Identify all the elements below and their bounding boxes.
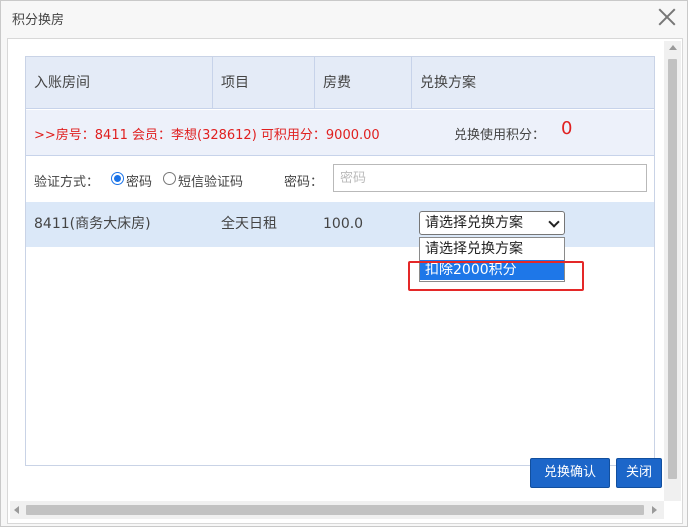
- points-used-label: 兑换使用积分：: [454, 128, 546, 143]
- radio-password-label[interactable]: 密码: [126, 171, 152, 190]
- plan-select[interactable]: 请选择兑换方案: [419, 211, 565, 235]
- radio-sms-label[interactable]: 短信验证码: [178, 171, 243, 190]
- col-header-fee: 房费: [315, 57, 412, 109]
- annotation-highlight-box: [408, 261, 584, 291]
- dialog-title: 积分换房: [12, 13, 65, 28]
- radio-sms[interactable]: [163, 172, 176, 185]
- verify-method-label: 验证方式：: [34, 175, 100, 190]
- member-info-row: >>房号：8411 会员：李想(328612) 可积用分：9000.00 兑换使…: [26, 110, 654, 156]
- horizontal-scroll-thumb[interactable]: [26, 505, 644, 515]
- scroll-right-arrow-icon[interactable]: [652, 506, 657, 514]
- plan-select-value: 请选择兑换方案: [425, 215, 523, 231]
- scroll-left-arrow-icon[interactable]: [14, 506, 19, 514]
- vertical-scroll-thumb[interactable]: [668, 59, 677, 479]
- plan-option-default[interactable]: 请选择兑换方案: [420, 239, 564, 259]
- col-header-plan: 兑换方案: [420, 75, 476, 91]
- row-item: 全天日租: [221, 216, 277, 232]
- vertical-scrollbar[interactable]: [664, 41, 681, 501]
- password-input[interactable]: [333, 164, 647, 192]
- chevron-down-icon: [548, 216, 560, 228]
- row-room: 8411(商务大床房): [34, 216, 151, 232]
- exchange-dialog: 积分换房 入账房间 项目 房费 兑换方案 >>房号：8411 会员：李想(328…: [0, 0, 688, 527]
- close-icon[interactable]: [657, 7, 677, 27]
- horizontal-scrollbar[interactable]: [10, 501, 664, 519]
- row-fee: 100.0: [323, 216, 364, 232]
- radio-password[interactable]: [111, 172, 124, 185]
- col-header-room: 入账房间: [26, 57, 213, 109]
- verify-row: 验证方式： 密码 短信验证码 密码：: [26, 157, 654, 201]
- close-button[interactable]: 关闭: [616, 458, 662, 488]
- exchange-table: 入账房间 项目 房费 兑换方案 >>房号：8411 会员：李想(328612) …: [25, 56, 655, 466]
- dialog-titlebar: 积分换房: [1, 1, 687, 35]
- scroll-up-arrow-icon[interactable]: [669, 45, 677, 50]
- confirm-exchange-button[interactable]: 兑换确认: [530, 458, 610, 488]
- member-summary: >>房号：8411 会员：李想(328612) 可积用分：9000.00: [34, 128, 380, 143]
- col-header-item: 项目: [213, 57, 315, 109]
- password-label: 密码：: [284, 175, 324, 190]
- dialog-frame: 入账房间 项目 房费 兑换方案 >>房号：8411 会员：李想(328612) …: [7, 38, 683, 524]
- table-header: 入账房间 项目 房费 兑换方案: [26, 57, 654, 109]
- points-used-value: 0: [561, 118, 573, 139]
